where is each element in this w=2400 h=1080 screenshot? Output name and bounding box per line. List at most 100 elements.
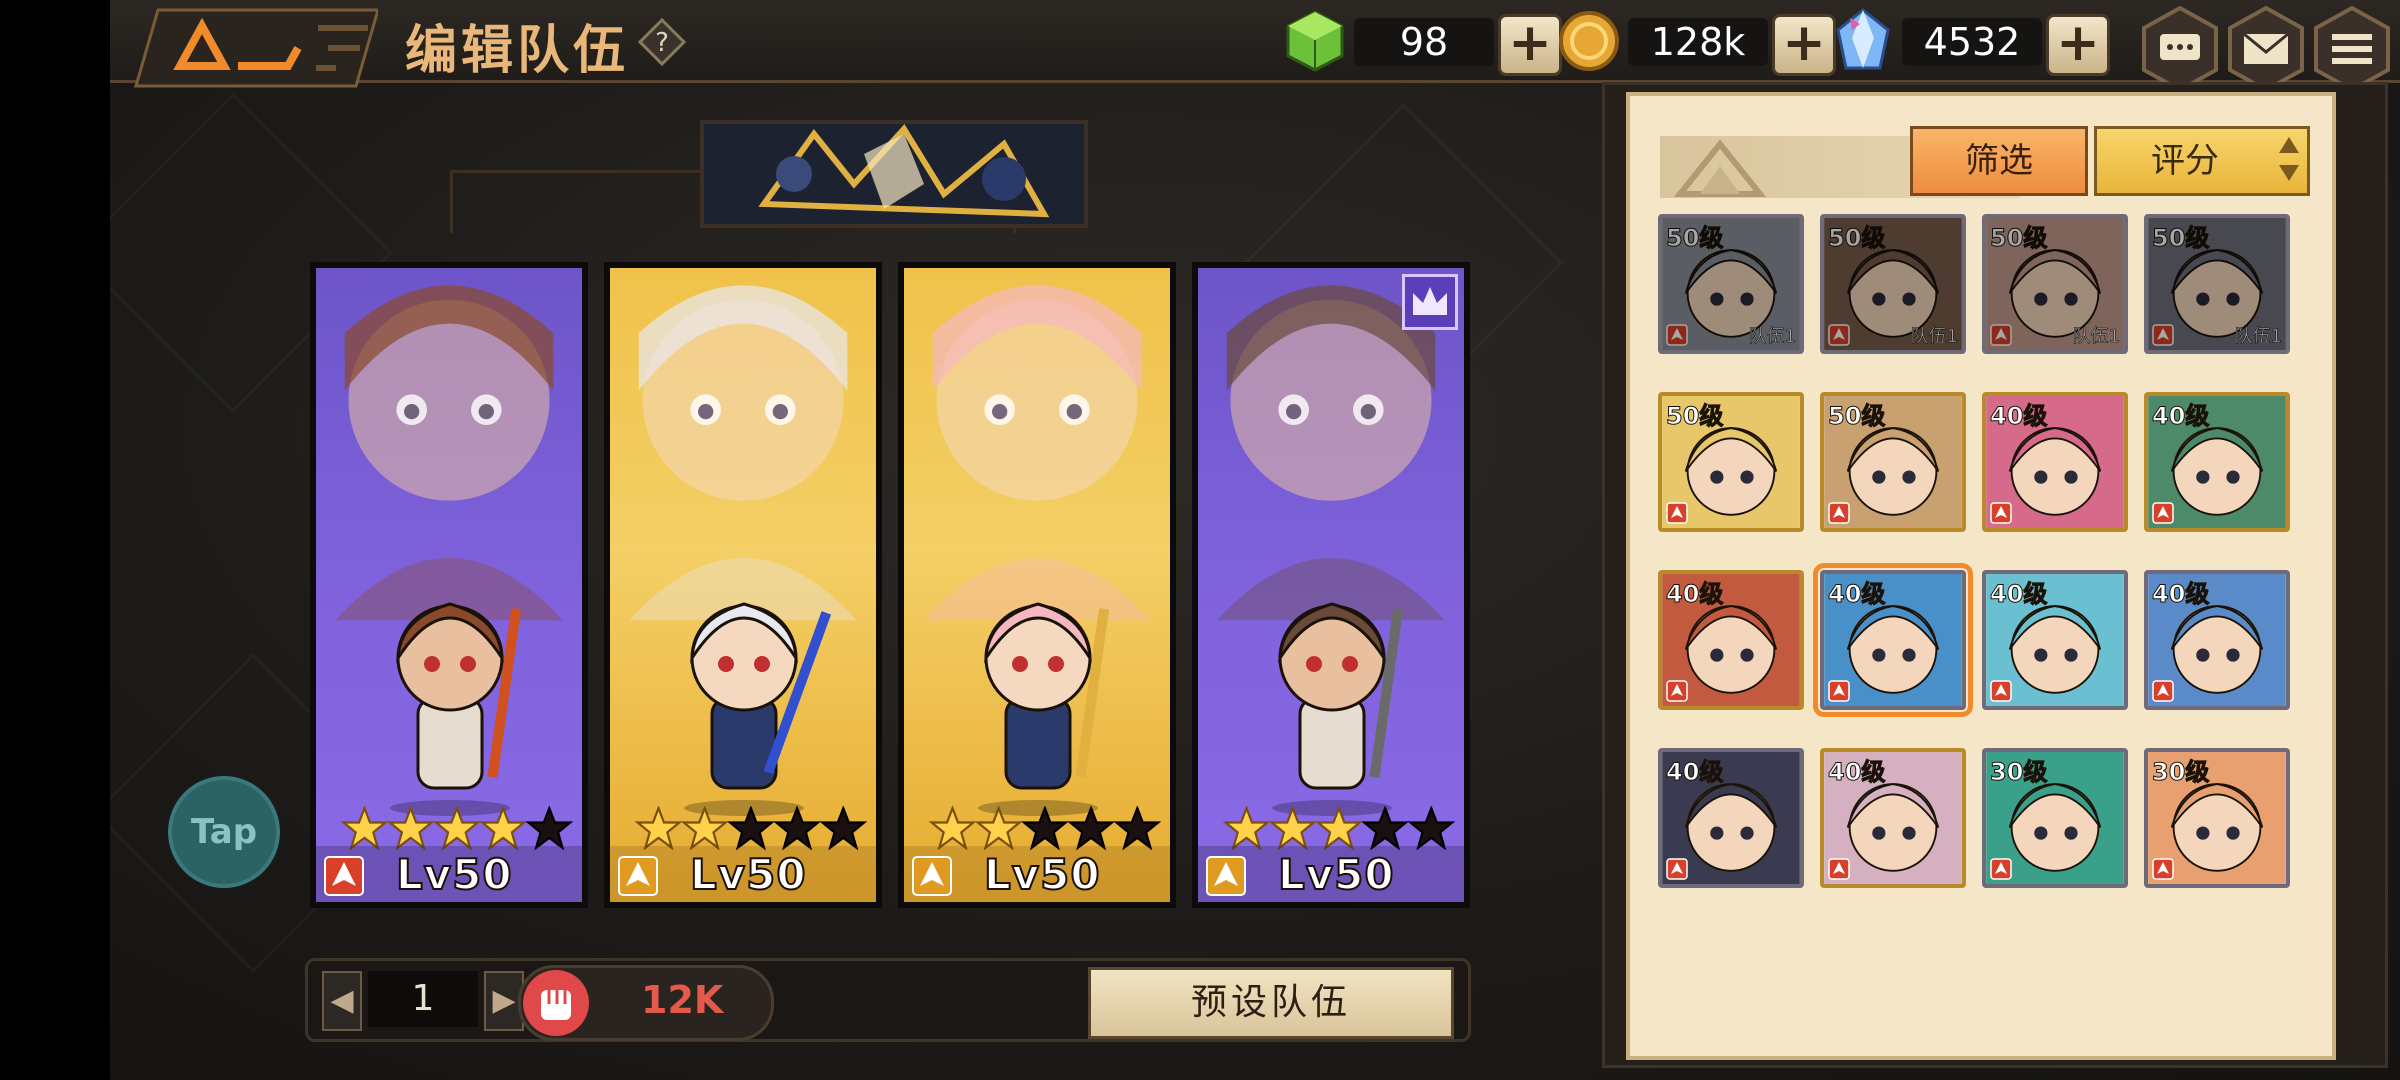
gold-plus-button[interactable]: + [1772,14,1836,76]
class-icon [1666,324,1688,346]
mail-button[interactable] [2226,4,2306,94]
star-icon [974,806,1023,850]
hero-tile-level: 50级 [1827,402,1886,431]
gold-value: 128k [1628,18,1768,66]
star-icon [1407,806,1456,850]
hero-tile-level: 40级 [2151,402,2210,431]
crystal-plus-button[interactable]: + [2046,14,2110,76]
chat-button[interactable] [2140,4,2220,94]
hero-tile-team: 队伍1 [1748,326,1796,348]
roster-hero-tile[interactable]: 40级 [1658,570,1804,710]
roster-hero-tile[interactable]: 50级 [1820,392,1966,532]
tap-assist-button[interactable]: Tap [168,776,280,888]
roster-hero-tile[interactable]: 50级 [1658,392,1804,532]
help-label: ? [655,28,669,58]
star-icon [634,806,683,850]
hero-thumbnail [1662,218,1800,350]
gold-coin-icon [1559,11,1619,71]
hero-tile-level: 30级 [1989,758,2048,787]
hero-card-pink-cleric[interactable]: Lv50 [898,262,1176,908]
star-icon [432,806,481,850]
sort-button[interactable]: 评分 [2094,126,2310,196]
class-icon [1828,680,1850,702]
roster-hero-tile[interactable]: 40级 [2144,392,2290,532]
hero-tile-level: 50级 [1989,224,2048,253]
hero-thumbnail [2148,218,2286,350]
prev-team-button[interactable]: ◀ [322,971,362,1031]
sort-label: 评分 [2151,141,2219,181]
hero-tile-team: 队伍1 [1910,326,1958,348]
team-controls-bar: ◀ 1 ▶ 12K 预设队伍 [305,958,1471,1042]
star-icon [525,806,574,850]
help-button[interactable]: ? [638,18,686,66]
red-arrow-icon [324,856,364,896]
filter-button[interactable]: 筛选 [1910,126,2088,196]
hero-star-rating [1222,806,1456,850]
hero-tile-level: 40级 [1827,758,1886,787]
roster-hero-tile[interactable]: 50级 队伍1 [1982,214,2128,354]
team-page-number: 1 [368,971,478,1027]
stamina-plus-button[interactable]: + [1498,14,1562,76]
roster-hero-tile[interactable]: 40级 [2144,570,2290,710]
hero-card-silver-swordswoman[interactable]: Lv50 [604,262,882,908]
roster-hero-tile[interactable]: 40级 [1813,563,1973,717]
hero-card-footer: Lv50 [1198,846,1464,902]
star-icon [773,806,822,850]
hero-tile-level: 40级 [1989,402,2048,431]
hero-star-rating [928,806,1162,850]
star-icon [479,806,528,850]
hero-level: Lv50 [983,849,1101,900]
hero-card-footer: Lv50 [904,846,1170,902]
game-logo-icon [134,8,378,88]
hero-chibi-sprite [390,602,522,816]
fist-icon [523,970,589,1036]
hero-level: Lv50 [1277,849,1395,900]
roster-hero-tile[interactable]: 30级 [2144,748,2290,888]
menu-button[interactable] [2312,4,2392,94]
hero-tile-level: 50级 [2151,224,2210,253]
hero-star-rating [340,806,574,850]
class-icon [1828,858,1850,880]
hero-level: Lv50 [689,849,807,900]
hero-tile-level: 30级 [2151,758,2210,787]
game-scene: 编辑队伍 ? 98 + 128k + 4532 + Lv50 Lv50 Lv50… [110,0,2400,1080]
sort-toggle-icon [2279,137,2299,181]
hero-chibi-sprite [1272,602,1404,816]
gold-arrow-icon [618,856,658,896]
preset-team-button[interactable]: 预设队伍 [1088,967,1454,1039]
hero-card-compass-boy[interactable]: Lv50 [1192,262,1470,908]
team-power: 12K [518,965,774,1041]
class-icon [2152,502,2174,524]
hero-chibi-sprite [978,602,1110,816]
star-icon [1222,806,1271,850]
hero-chibi-sprite [684,602,832,816]
roster-hero-tile[interactable]: 50级 队伍1 [1658,214,1804,354]
roster-hero-tile[interactable]: 30级 [1982,748,2128,888]
star-icon [928,806,977,850]
roster-hero-tile[interactable]: 40级 [1820,748,1966,888]
header-ornament-icon [1673,139,1767,197]
top-bar: 编辑队伍 ? 98 + 128k + 4532 + [110,0,2400,93]
hero-thumbnail [1824,218,1962,350]
class-icon [1990,858,2012,880]
hero-tile-level: 40级 [1665,580,1724,609]
class-icon [1990,324,2012,346]
star-icon [819,806,868,850]
roster-hero-tile[interactable]: 40级 [1982,570,2128,710]
roster-hero-tile[interactable]: 40级 [1982,392,2128,532]
class-icon [2152,858,2174,880]
star-icon [386,806,435,850]
class-icon [1828,502,1850,524]
roster-hero-tile[interactable]: 50级 队伍1 [1820,214,1966,354]
leader-crown-icon [1402,274,1458,330]
hero-card-goggles-girl[interactable]: Lv50 [310,262,588,908]
roster-hero-tile[interactable]: 40级 [1658,748,1804,888]
hero-level: Lv50 [395,849,513,900]
banner-art [704,124,1084,224]
hero-thumbnail [1986,218,2124,350]
hero-tile-level: 50级 [1827,224,1886,253]
roster-hero-tile[interactable]: 50级 队伍1 [2144,214,2290,354]
gold-cross-icon [912,856,952,896]
page-title: 编辑队伍 [405,21,630,81]
crystal-value: 4532 [1902,18,2042,66]
